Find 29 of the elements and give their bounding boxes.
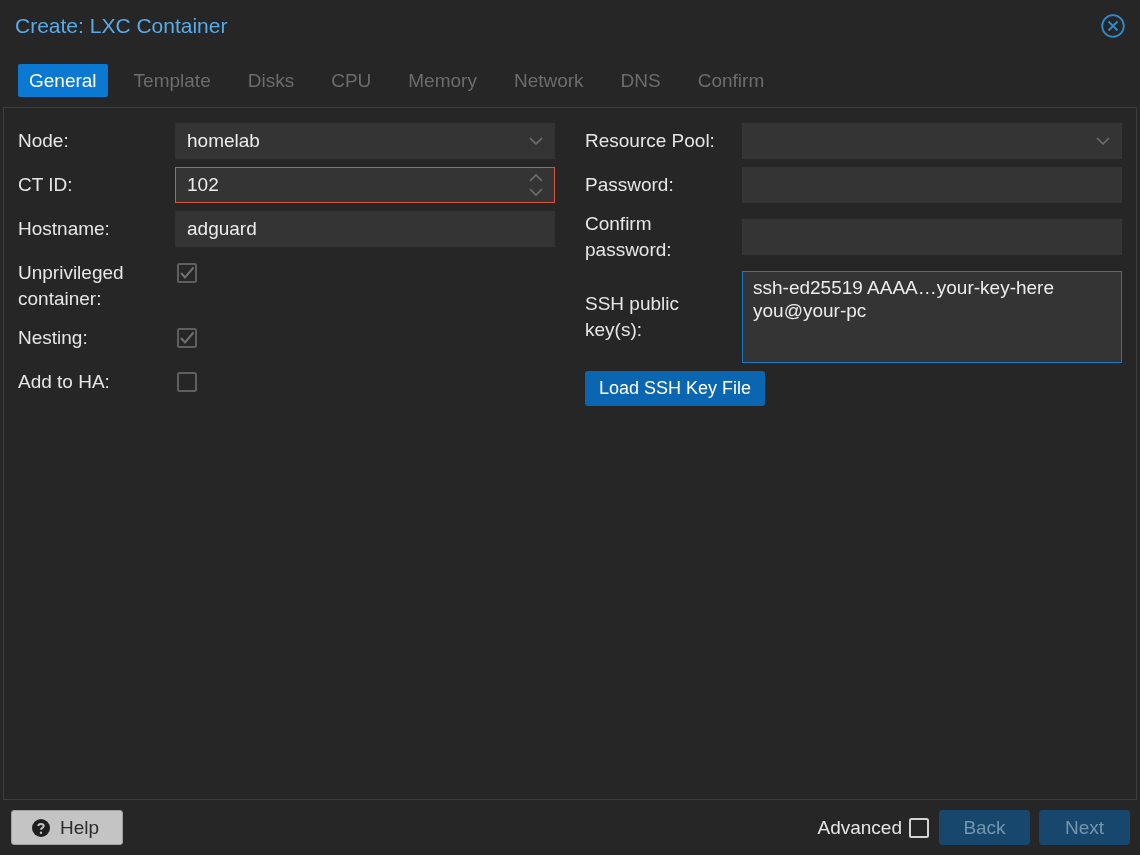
- number-field[interactable]: 102: [175, 167, 555, 203]
- field-label: Hostname:: [18, 217, 111, 241]
- textarea-field[interactable]: ssh-ed25519 AAAA…your-key-here you@your-pc: [742, 271, 1122, 363]
- field-label: Unprivileged container:: [18, 261, 125, 311]
- dropdown-field[interactable]: homelab: [175, 123, 555, 159]
- field-label: Node:: [18, 129, 70, 153]
- field-label: Password:: [585, 173, 675, 197]
- chevron-down-icon[interactable]: [1096, 137, 1110, 145]
- checkbox[interactable]: [177, 372, 197, 392]
- field-label: Confirm password:: [585, 212, 673, 262]
- advanced-label: Advanced: [817, 816, 902, 839]
- text-field[interactable]: adguard: [175, 211, 555, 247]
- field-label: Nesting:: [18, 326, 89, 350]
- checkbox[interactable]: [177, 328, 197, 348]
- close-icon[interactable]: [1101, 14, 1125, 38]
- advanced-checkbox[interactable]: [909, 817, 929, 838]
- window-title: Create: LXC Container: [15, 14, 228, 38]
- field-label: CT ID:: [18, 173, 74, 197]
- help-button[interactable]: Help: [11, 810, 123, 845]
- load-key-file-button[interactable]: Load SSH Key File: [585, 371, 766, 406]
- dropdown-field[interactable]: [742, 123, 1122, 159]
- checkbox[interactable]: [177, 263, 197, 283]
- tab[interactable]: General: [18, 64, 108, 97]
- field-label: Resource Pool:: [585, 129, 716, 153]
- up-down-chevron-icon[interactable]: [529, 174, 543, 196]
- field-label: SSH public key(s):: [585, 292, 680, 342]
- chevron-down-icon[interactable]: [529, 137, 543, 145]
- help-icon: [32, 818, 50, 837]
- field-label: Add to HA:: [18, 370, 111, 394]
